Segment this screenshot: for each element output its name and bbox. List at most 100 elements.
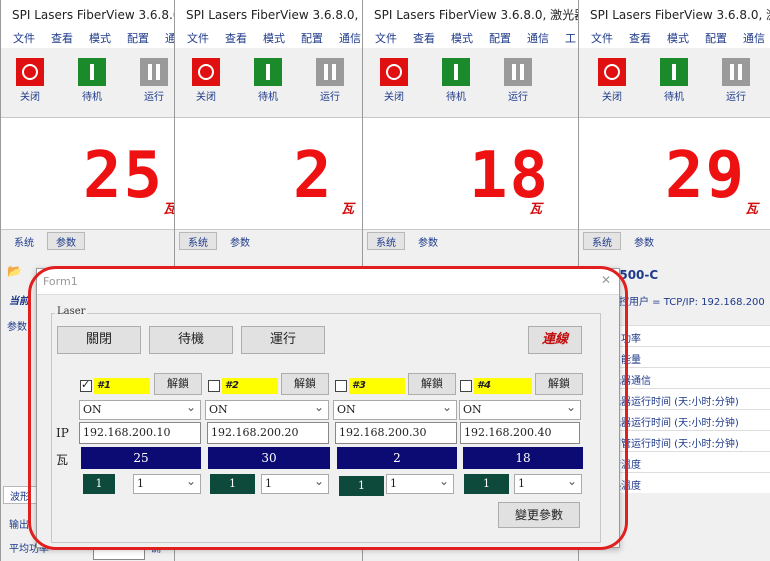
menu-bar: 文件 查看 模式 配置 通信: [1, 28, 174, 48]
channel-4-power-value: 18: [463, 447, 583, 469]
stop-button[interactable]: 关闭: [595, 58, 629, 103]
dialog-title: Form1: [43, 275, 78, 288]
close-button[interactable]: 關閉: [57, 326, 141, 354]
menu-bar: 文件 查看 模式 配置 通信 工: [363, 28, 580, 48]
menu-mode[interactable]: 模式: [451, 30, 473, 46]
window-title: SPI Lasers FiberView 3.6.8.0, 激光器序列: [12, 7, 174, 22]
channel-3-checkbox[interactable]: [335, 380, 347, 392]
run-button[interactable]: 运行: [137, 58, 171, 103]
menu-view[interactable]: 查看: [629, 30, 651, 46]
run-button[interactable]: 运行: [313, 58, 347, 103]
tab-strip: 系统 参数: [363, 230, 580, 252]
tab-waveform[interactable]: 波形: [3, 486, 37, 504]
menu-mode[interactable]: 模式: [263, 30, 285, 46]
dialog-title-bar[interactable]: Form1: [37, 269, 619, 295]
channel-4-ip-input[interactable]: 192.168.200.40: [460, 422, 580, 444]
menu-comm[interactable]: 通信: [527, 30, 549, 46]
channel-3-state-select[interactable]: ON: [333, 398, 457, 420]
standby-button[interactable]: 待机: [439, 58, 473, 103]
title-bar[interactable]: SPI Lasers FiberView 3.6.8.0, 激光器序列: [579, 0, 770, 28]
menu-comm[interactable]: 通信: [743, 30, 765, 46]
tab-params[interactable]: 参数: [221, 232, 259, 250]
title-bar[interactable]: SPI Lasers FiberView 3.6.8.0, 激光器序列: [1, 0, 174, 28]
stop-button[interactable]: 关闭: [377, 58, 411, 103]
menu-mode[interactable]: 模式: [667, 30, 689, 46]
channel-1-unlock-button[interactable]: 解鎖: [154, 373, 202, 395]
connect-button[interactable]: 連線: [528, 326, 582, 354]
close-icon[interactable]: ✕: [601, 273, 611, 287]
menu-view[interactable]: 查看: [225, 30, 247, 46]
title-bar[interactable]: SPI Lasers FiberView 3.6.8.0, 激光器序列: [363, 0, 580, 28]
power-row-label: 瓦: [56, 453, 69, 467]
tab-params[interactable]: 参数: [409, 232, 447, 250]
folder-icon[interactable]: 📂: [7, 264, 22, 278]
channel-1-name: #1: [94, 378, 150, 394]
run-button[interactable]: 運行: [241, 326, 325, 354]
group-label: Laser: [55, 306, 88, 317]
power-unit: 瓦: [341, 202, 355, 217]
menu-file[interactable]: 文件: [13, 30, 35, 46]
channel-4-select[interactable]: 1: [514, 472, 582, 494]
stop-button[interactable]: 关闭: [189, 58, 223, 103]
channel-1-state-select[interactable]: ON: [79, 398, 201, 420]
menu-comm[interactable]: 通信: [165, 30, 174, 46]
channel-2-checkbox[interactable]: [208, 380, 220, 392]
run-button[interactable]: 运行: [501, 58, 535, 103]
title-bar[interactable]: SPI Lasers FiberView 3.6.8.0, 激光: [175, 0, 364, 28]
menu-config[interactable]: 配置: [301, 30, 323, 46]
menu-view[interactable]: 查看: [51, 30, 73, 46]
menu-file[interactable]: 文件: [187, 30, 209, 46]
tab-system[interactable]: 系统: [583, 232, 621, 250]
standby-icon: [78, 58, 106, 86]
channel-3-select[interactable]: 1: [386, 472, 454, 494]
info-list: 出功率 出能量 光器通信 光器运行时间 (天:小时:分钟) 光器运行时间 (天:…: [609, 325, 770, 493]
channel-2-unlock-button[interactable]: 解鎖: [281, 373, 329, 395]
standby-button[interactable]: 待機: [149, 326, 233, 354]
params-label: 参数: [7, 322, 27, 333]
channel-3-name: #3: [349, 378, 405, 394]
tab-system[interactable]: 系统: [179, 232, 217, 250]
tab-strip: 系统 参数: [1, 230, 174, 252]
power-unit: 瓦: [163, 198, 174, 217]
menu-tools[interactable]: 工: [565, 30, 576, 46]
channel-3-unlock-button[interactable]: 解鎖: [408, 373, 456, 395]
standby-button[interactable]: 待机: [251, 58, 285, 103]
channel-2-state-select[interactable]: ON: [205, 398, 329, 420]
menu-mode[interactable]: 模式: [89, 30, 111, 46]
list-item: 光器运行时间 (天:小时:分钟): [609, 409, 770, 430]
channel-3-ip-input[interactable]: 192.168.200.30: [335, 422, 457, 444]
output-label: 输出: [9, 520, 29, 531]
apply-params-button[interactable]: 變更參數: [498, 502, 580, 528]
menu-view[interactable]: 查看: [413, 30, 435, 46]
channel-4-name: #4: [474, 378, 532, 394]
channel-1-ip-input[interactable]: 192.168.200.10: [79, 422, 201, 444]
stop-icon: [192, 58, 220, 86]
channel-1-checkbox[interactable]: [80, 378, 92, 392]
tab-system[interactable]: 系统: [5, 232, 43, 250]
channel-2-select[interactable]: 1: [261, 472, 329, 494]
tab-params[interactable]: 参数: [625, 232, 663, 250]
menu-comm[interactable]: 通信: [339, 30, 361, 46]
power-readout: 29: [665, 139, 747, 213]
control-user: 主控用户 = TCP/IP: 192.168.200: [609, 297, 765, 308]
channel-1-select[interactable]: 1: [133, 472, 201, 494]
tab-system[interactable]: 系统: [367, 232, 405, 250]
menu-file[interactable]: 文件: [375, 30, 397, 46]
standby-button[interactable]: 待机: [75, 58, 109, 103]
menu-file[interactable]: 文件: [591, 30, 613, 46]
menu-config[interactable]: 配置: [489, 30, 511, 46]
standby-button[interactable]: 待机: [657, 58, 691, 103]
channel-4-checkbox[interactable]: [460, 380, 472, 392]
standby-icon: [254, 58, 282, 86]
stop-button[interactable]: 关闭: [13, 58, 47, 103]
menu-config[interactable]: 配置: [705, 30, 727, 46]
tab-params[interactable]: 参数: [47, 232, 85, 250]
channel-4-state-select[interactable]: ON: [459, 398, 581, 420]
pause-icon: [316, 58, 344, 86]
channel-2-ip-input[interactable]: 192.168.200.20: [207, 422, 329, 444]
menu-config[interactable]: 配置: [127, 30, 149, 46]
desktop: SPI Lasers FiberView 3.6.8.0, 激光器序列 文件 查…: [0, 0, 770, 561]
run-button[interactable]: 运行: [719, 58, 753, 103]
list-item: 热温度: [609, 472, 770, 493]
channel-4-unlock-button[interactable]: 解鎖: [535, 373, 583, 395]
